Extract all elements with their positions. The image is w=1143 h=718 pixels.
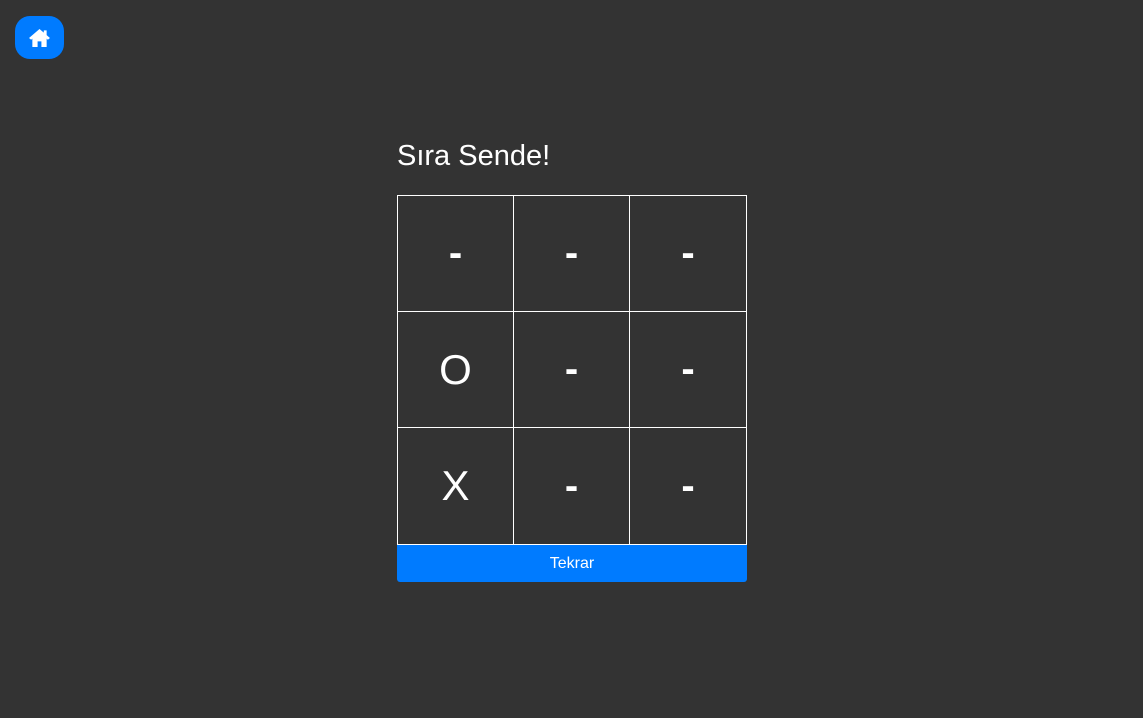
cell-1-0[interactable]: O (398, 312, 514, 428)
cell-0-1[interactable]: - (514, 196, 630, 312)
restart-button[interactable]: Tekrar (397, 545, 747, 582)
cell-0-0[interactable]: - (398, 196, 514, 312)
game-container: Sıra Sende! - - - O - - X - - Tekrar (397, 140, 747, 582)
cell-1-2[interactable]: - (630, 312, 746, 428)
home-icon (28, 28, 51, 48)
cell-0-2[interactable]: - (630, 196, 746, 312)
cell-1-1[interactable]: - (514, 312, 630, 428)
cell-2-1[interactable]: - (514, 428, 630, 544)
cell-2-2[interactable]: - (630, 428, 746, 544)
home-button[interactable] (15, 16, 64, 59)
game-board: - - - O - - X - - (397, 195, 747, 545)
cell-2-0[interactable]: X (398, 428, 514, 544)
turn-status: Sıra Sende! (397, 140, 551, 172)
